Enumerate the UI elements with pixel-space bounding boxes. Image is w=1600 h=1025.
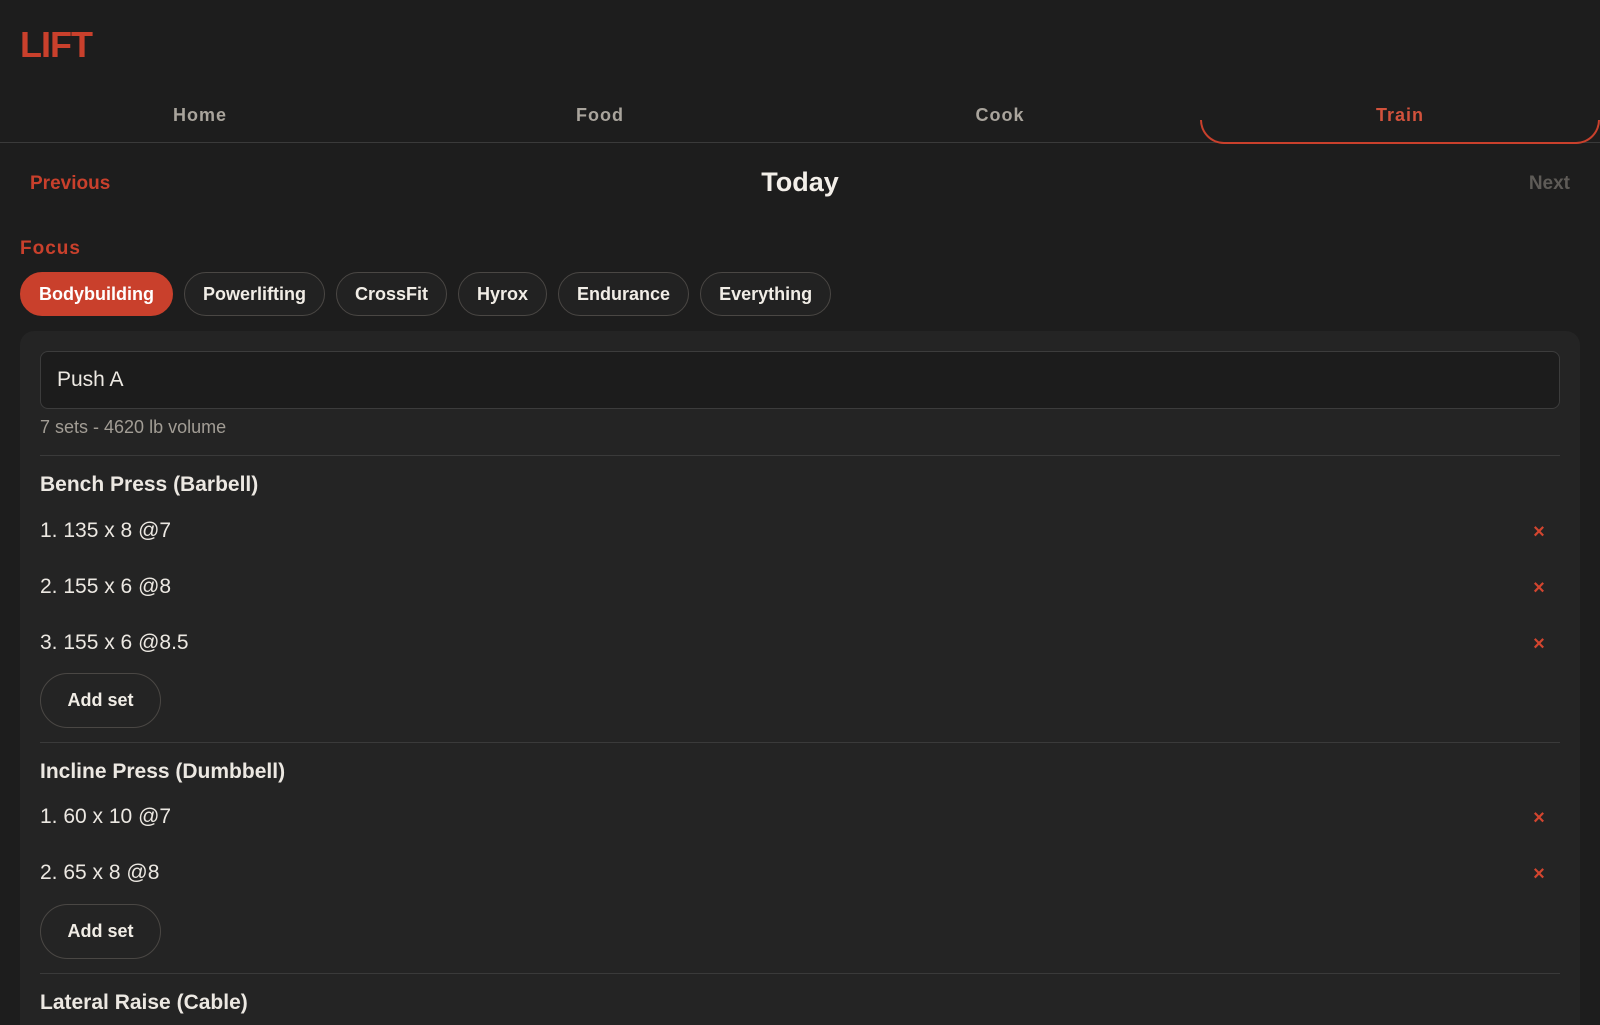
set-text: 2. 65 x 8 @8 bbox=[40, 861, 160, 884]
focus-chip-bodybuilding[interactable]: Bodybuilding bbox=[20, 272, 173, 316]
day-title: Today bbox=[761, 167, 839, 197]
delete-set-icon[interactable]: × bbox=[1528, 521, 1550, 543]
add-set-button[interactable]: Add set bbox=[40, 904, 161, 959]
set-text: 2. 155 x 6 @8 bbox=[40, 575, 172, 598]
workout-name-input[interactable] bbox=[40, 351, 1560, 409]
exercise-title: Bench Press (Barbell) bbox=[40, 473, 259, 496]
tab-food[interactable]: Food bbox=[400, 88, 800, 143]
delete-set-icon[interactable]: × bbox=[1528, 863, 1550, 885]
focus-chip-everything[interactable]: Everything bbox=[700, 272, 832, 316]
delete-set-icon[interactable]: × bbox=[1528, 807, 1550, 829]
focus-chip-powerlifting[interactable]: Powerlifting bbox=[183, 272, 325, 316]
tab-train[interactable]: Train bbox=[1200, 88, 1600, 144]
divider bbox=[40, 455, 1560, 456]
next-day-button[interactable]: Next bbox=[1529, 173, 1570, 195]
main-nav: Home Food Cook Train bbox=[0, 88, 1600, 144]
workout-card: 7 sets - 4620 lb volume Bench Press (Bar… bbox=[20, 331, 1580, 1025]
set-row: 2. 65 x 8 @8 × bbox=[40, 857, 1560, 893]
focus-chip-endurance[interactable]: Endurance bbox=[558, 272, 690, 316]
app-logo: LIFT bbox=[20, 24, 93, 65]
set-row: 3. 155 x 6 @8.5 × bbox=[40, 627, 1560, 663]
set-text: 1. 135 x 8 @7 bbox=[40, 519, 172, 542]
delete-set-icon[interactable]: × bbox=[1528, 577, 1550, 599]
app: LIFT Home Food Cook Train Previous Today… bbox=[0, 0, 1600, 1025]
divider bbox=[40, 973, 1560, 974]
set-text: 1. 60 x 10 @7 bbox=[40, 805, 172, 828]
tab-home[interactable]: Home bbox=[0, 88, 400, 143]
day-navigator: Previous Today Next bbox=[0, 143, 1600, 225]
app-header: LIFT Home Food Cook Train bbox=[0, 0, 1600, 144]
focus-chip-hyrox[interactable]: Hyrox bbox=[458, 272, 548, 316]
divider bbox=[40, 742, 1560, 743]
add-set-button[interactable]: Add set bbox=[40, 673, 161, 728]
exercise-title: Lateral Raise (Cable) bbox=[40, 991, 248, 1014]
workout-summary: 7 sets - 4620 lb volume bbox=[40, 417, 227, 437]
set-row: 1. 60 x 10 @7 × bbox=[40, 801, 1560, 837]
tab-cook[interactable]: Cook bbox=[800, 88, 1200, 143]
exercise-title: Incline Press (Dumbbell) bbox=[40, 760, 286, 783]
focus-chip-crossfit[interactable]: CrossFit bbox=[335, 272, 447, 316]
focus-label: Focus bbox=[20, 238, 81, 259]
delete-set-icon[interactable]: × bbox=[1528, 633, 1550, 655]
set-text: 3. 155 x 6 @8.5 bbox=[40, 631, 189, 654]
set-row: 1. 135 x 8 @7 × bbox=[40, 515, 1560, 551]
set-row: 2. 155 x 6 @8 × bbox=[40, 571, 1560, 607]
focus-chips: Bodybuilding Powerlifting CrossFit Hyrox… bbox=[20, 272, 832, 316]
